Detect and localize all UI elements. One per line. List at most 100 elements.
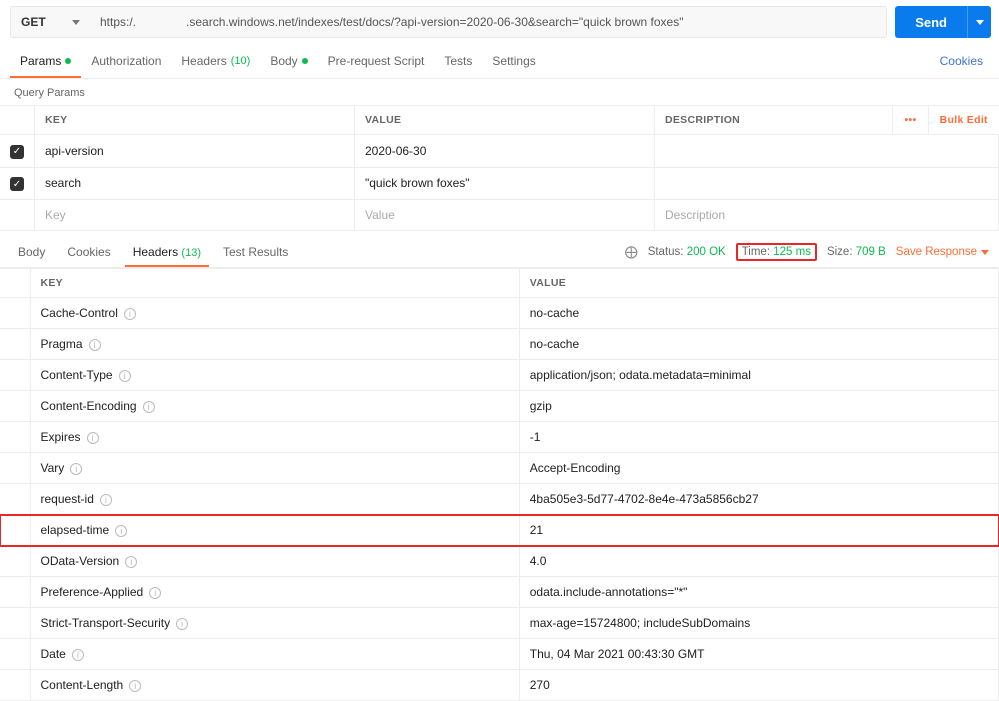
response-header-value: 4.0: [519, 546, 998, 577]
info-icon[interactable]: i: [124, 308, 136, 320]
lead-cell: [0, 391, 30, 422]
checkbox-cell: [0, 200, 35, 231]
response-status-box: ⨁ Status: 200 OK Time: 125 ms Size: 709 …: [625, 243, 989, 261]
info-icon[interactable]: i: [115, 525, 127, 537]
response-header-key: Cache-Controli: [30, 298, 519, 329]
tab-count: (13): [181, 247, 201, 259]
chevron-down-icon: [976, 20, 984, 25]
response-header-key: Preference-Appliedi: [30, 577, 519, 608]
param-key[interactable]: api-version: [35, 135, 355, 168]
http-method-select[interactable]: GET: [10, 6, 90, 38]
info-icon[interactable]: i: [176, 618, 188, 630]
lead-cell: [0, 329, 30, 360]
bulk-edit-link[interactable]: Bulk Edit: [929, 106, 999, 135]
tab-label: Body: [270, 54, 297, 68]
response-header-row: Preference-Appliediodata.include-annotat…: [0, 577, 999, 608]
response-header-row: OData-Versioni4.0: [0, 546, 999, 577]
info-icon[interactable]: i: [129, 680, 141, 692]
response-header-value: max-age=15724800; includeSubDomains: [519, 608, 998, 639]
lead-cell: [0, 484, 30, 515]
response-header-key: Content-Encodingi: [30, 391, 519, 422]
network-icon: ⨁: [625, 244, 638, 260]
info-icon[interactable]: i: [149, 587, 161, 599]
info-icon[interactable]: i: [100, 494, 112, 506]
lead-cell: [0, 422, 30, 453]
checkbox-cell[interactable]: ✓: [0, 167, 35, 200]
response-header-row: request-idi4ba505e3-5d77-4702-8e4e-473a5…: [0, 484, 999, 515]
info-icon[interactable]: i: [143, 401, 155, 413]
param-value[interactable]: "quick brown foxes": [355, 167, 655, 200]
info-icon[interactable]: i: [70, 463, 82, 475]
response-header-value: odata.include-annotations="*": [519, 577, 998, 608]
header-more[interactable]: •••: [893, 106, 929, 135]
response-header-row: DateiThu, 04 Mar 2021 00:43:30 GMT: [0, 639, 999, 670]
response-header-row: Content-Typeiapplication/json; odata.met…: [0, 360, 999, 391]
response-header-key: OData-Versioni: [30, 546, 519, 577]
response-header-row: Content-Lengthi270: [0, 670, 999, 701]
info-icon[interactable]: i: [87, 432, 99, 444]
url-input-wrap: [90, 6, 887, 38]
tab-tests[interactable]: Tests: [434, 44, 482, 78]
response-header-value: 270: [519, 670, 998, 701]
response-header-key: Expiresi: [30, 422, 519, 453]
response-header-row: Content-Encodingigzip: [0, 391, 999, 422]
cookies-link[interactable]: Cookies: [934, 44, 989, 78]
request-toolbar: GET Send: [0, 0, 999, 44]
tab-label: Headers: [181, 54, 226, 68]
checkbox-cell[interactable]: ✓: [0, 135, 35, 168]
lead-cell: [0, 639, 30, 670]
response-tabs: Body Cookies Headers (13) Test Results ⨁…: [0, 231, 999, 268]
param-value[interactable]: 2020-06-30: [355, 135, 655, 168]
status-label: Status: 200 OK: [648, 246, 726, 258]
lead-cell: [0, 577, 30, 608]
tab-authorization[interactable]: Authorization: [81, 44, 171, 78]
info-icon[interactable]: i: [119, 370, 131, 382]
header-key: KEY: [30, 269, 519, 298]
header-key: KEY: [35, 106, 355, 135]
response-header-value: -1: [519, 422, 998, 453]
response-header-key: Content-Lengthi: [30, 670, 519, 701]
response-tab-body[interactable]: Body: [10, 237, 53, 267]
description-placeholder[interactable]: Description: [655, 200, 999, 231]
query-param-row: ✓api-version2020-06-30: [0, 135, 999, 168]
key-placeholder[interactable]: Key: [35, 200, 355, 231]
response-header-row: Expiresi-1: [0, 422, 999, 453]
param-description[interactable]: [655, 167, 999, 200]
info-icon[interactable]: i: [89, 339, 101, 351]
response-header-value: Thu, 04 Mar 2021 00:43:30 GMT: [519, 639, 998, 670]
lead-col: [0, 269, 30, 298]
check-icon: ✓: [10, 177, 24, 191]
response-header-row: VaryiAccept-Encoding: [0, 453, 999, 484]
response-tab-headers[interactable]: Headers (13): [125, 237, 209, 267]
response-header-key: Varyi: [30, 453, 519, 484]
query-params-label: Query Params: [0, 79, 999, 105]
response-header-value: no-cache: [519, 329, 998, 360]
send-button[interactable]: Send: [895, 6, 967, 38]
query-params-table: KEY VALUE DESCRIPTION ••• Bulk Edit ✓api…: [0, 105, 999, 231]
value-placeholder[interactable]: Value: [355, 200, 655, 231]
response-header-key: Pragmai: [30, 329, 519, 360]
tab-body[interactable]: Body: [260, 44, 317, 78]
send-dropdown-button[interactable]: [967, 6, 991, 38]
param-key[interactable]: search: [35, 167, 355, 200]
response-tab-cookies[interactable]: Cookies: [59, 237, 118, 267]
info-icon[interactable]: i: [125, 556, 137, 568]
response-header-key: request-idi: [30, 484, 519, 515]
send-button-group: Send: [895, 6, 991, 38]
tab-headers[interactable]: Headers (10): [171, 44, 260, 78]
save-response-button[interactable]: Save Response: [896, 246, 989, 258]
request-url-input[interactable]: [100, 15, 876, 29]
tab-prerequest[interactable]: Pre-request Script: [318, 44, 435, 78]
header-value: VALUE: [355, 106, 655, 135]
response-tab-test-results[interactable]: Test Results: [215, 237, 296, 267]
checkbox-col: [0, 106, 35, 135]
response-header-value: 21: [519, 515, 998, 546]
header-description: DESCRIPTION: [655, 106, 893, 135]
response-header-row: Cache-Controlino-cache: [0, 298, 999, 329]
response-header-value: no-cache: [519, 298, 998, 329]
info-icon[interactable]: i: [72, 649, 84, 661]
lead-cell: [0, 546, 30, 577]
tab-params[interactable]: Params: [10, 44, 81, 78]
tab-settings[interactable]: Settings: [482, 44, 545, 78]
param-description[interactable]: [655, 135, 999, 168]
